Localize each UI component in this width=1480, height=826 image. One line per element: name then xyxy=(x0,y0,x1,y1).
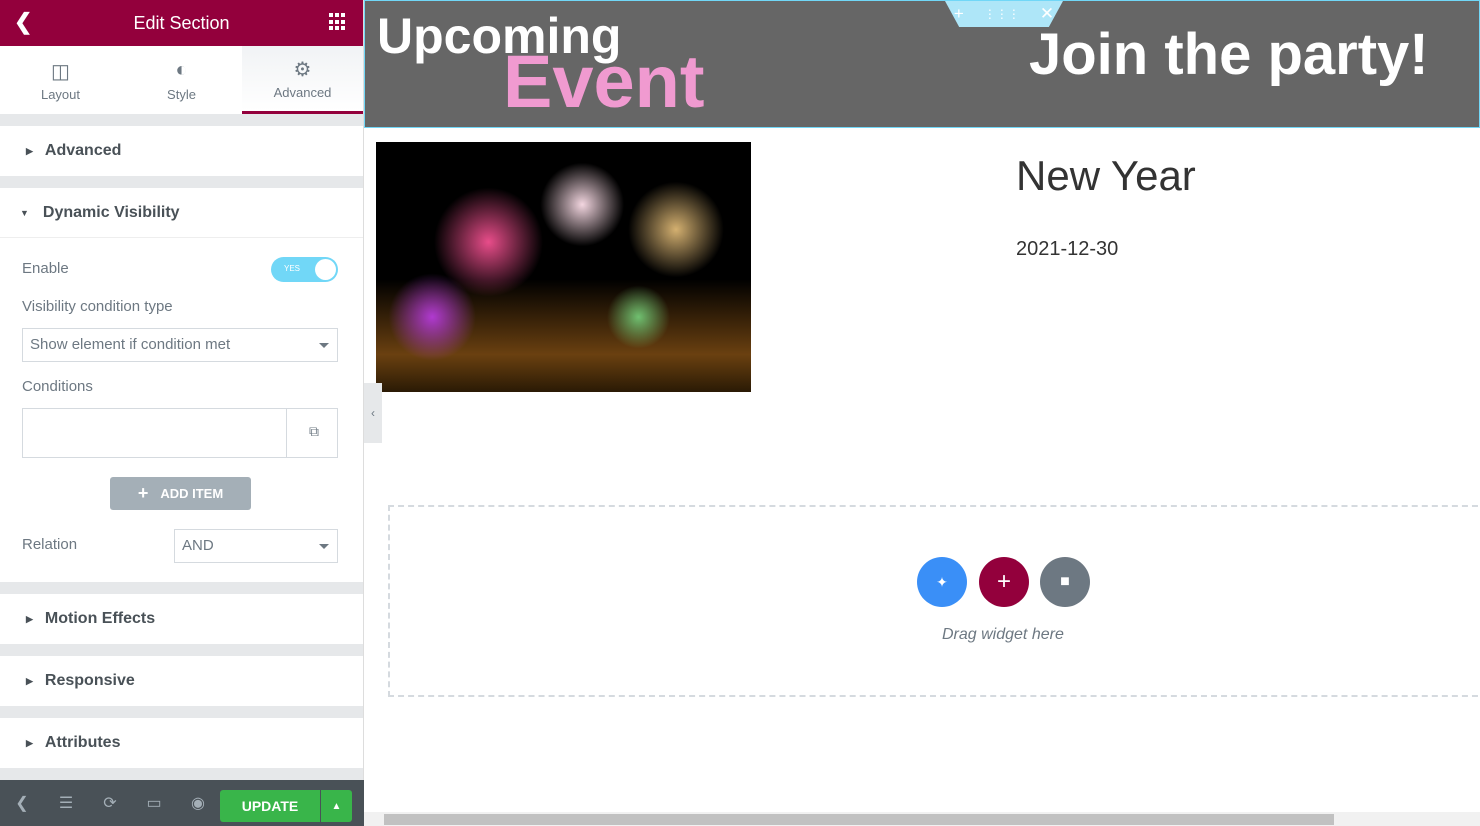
section-attributes[interactable]: ▶ Attributes xyxy=(0,718,363,768)
add-icon[interactable]: + xyxy=(954,4,964,24)
add-item-button[interactable]: + ADD ITEM xyxy=(110,477,251,510)
section-dynamic-visibility: ▼ Dynamic Visibility Enable YES Visibilit… xyxy=(0,188,363,582)
scrollbar-thumb[interactable] xyxy=(384,814,1334,825)
drag-icon[interactable]: ⋮⋮⋮ xyxy=(984,7,1020,21)
conditions-label: Conditions xyxy=(22,378,93,395)
section-motion-effects[interactable]: ▶ Motion Effects xyxy=(0,594,363,644)
eye-icon[interactable]: ◉ xyxy=(176,793,220,813)
tab-label: Style xyxy=(167,86,196,102)
section-responsive[interactable]: ▶ Responsive xyxy=(0,656,363,706)
tab-label: Layout xyxy=(40,86,81,102)
copy-icon[interactable]: ⧉ xyxy=(309,423,319,440)
back-chevron-icon[interactable]: ❮ xyxy=(14,9,32,35)
section-label: Advanced xyxy=(44,142,122,159)
caret-down-icon: ▼ xyxy=(20,207,29,218)
enable-label: Enable xyxy=(22,260,69,277)
toggle-knob xyxy=(315,259,336,280)
enable-toggle[interactable]: YES xyxy=(271,257,338,282)
wand-icon: ✦ xyxy=(936,573,948,590)
tab-advanced[interactable]: ⚙ Advanced xyxy=(242,46,363,114)
condition-type-label: Visibility condition type xyxy=(22,298,173,315)
close-icon[interactable]: ✕ xyxy=(1040,4,1054,24)
preview-canvas: Upcoming Event Join the party! + ⋮⋮⋮ ✕ N… xyxy=(364,0,1480,826)
fireworks-image xyxy=(376,142,751,392)
collapse-panel-button[interactable]: ‹ xyxy=(364,383,382,443)
caret-up-icon: ▲ xyxy=(331,800,342,812)
template-library-button[interactable]: ■ xyxy=(1040,557,1090,607)
plus-icon: + xyxy=(996,568,1011,595)
panel-title: Edit Section xyxy=(133,12,230,33)
section-advanced[interactable]: ▶ Advanced xyxy=(0,126,363,176)
condition-type-select[interactable]: Show element if condition met xyxy=(22,328,338,362)
section-label: Responsive xyxy=(44,672,135,689)
relation-select[interactable]: AND xyxy=(174,529,338,563)
chevron-left-icon[interactable]: ❮ xyxy=(0,793,44,813)
tab-style[interactable]: ◐ Style xyxy=(121,46,242,114)
join-heading: Join the party! xyxy=(1029,22,1429,87)
horizontal-scrollbar[interactable] xyxy=(364,812,1480,826)
section-label: Motion Effects xyxy=(44,610,156,627)
columns-icon: ◫ xyxy=(51,60,70,83)
add-section-button[interactable]: + xyxy=(979,557,1029,607)
tab-layout[interactable]: ◫ Layout xyxy=(0,46,121,114)
event-heading: Event xyxy=(503,40,705,123)
caret-right-icon: ▶ xyxy=(26,145,33,156)
conditions-repeater[interactable]: ⧉ xyxy=(22,408,338,458)
gear-icon: ⚙ xyxy=(293,59,312,81)
editor-panel: ❮ Edit Section ◫ Layout ◐ Style ⚙ Advanced … xyxy=(0,0,364,826)
half-circle-icon: ◐ xyxy=(175,58,188,81)
relation-label: Relation xyxy=(22,536,78,553)
add-item-label: ADD ITEM xyxy=(160,486,224,501)
ai-magic-button[interactable]: ✦ xyxy=(917,557,967,607)
panel-header: ❮ Edit Section xyxy=(0,0,363,46)
section-label: Dynamic Visibility xyxy=(42,203,180,221)
grid-icon[interactable] xyxy=(329,13,347,31)
header-section[interactable]: Upcoming Event Join the party! + ⋮⋮⋮ ✕ xyxy=(364,0,1480,128)
layers-icon[interactable]: ☰ xyxy=(44,793,88,813)
drag-widget-text: Drag widget here xyxy=(942,626,1064,643)
responsive-icon[interactable]: ▭ xyxy=(132,793,176,813)
toggle-text: YES xyxy=(284,264,301,273)
caret-right-icon: ▶ xyxy=(26,675,33,686)
dynamic-visibility-header[interactable]: ▼ Dynamic Visibility xyxy=(0,188,363,238)
update-button[interactable]: UPDATE xyxy=(220,790,320,822)
panel-footer: ❮ ☰ ⟳ ▭ ◉ UPDATE ▲ xyxy=(0,780,364,826)
chevron-left-icon: ‹ xyxy=(371,406,375,420)
section-label: Attributes xyxy=(44,734,121,751)
caret-right-icon: ▶ xyxy=(26,613,33,624)
event-title: New Year xyxy=(1016,152,1196,199)
caret-right-icon: ▶ xyxy=(26,737,33,748)
tab-label: Advanced xyxy=(273,85,332,100)
history-icon[interactable]: ⟳ xyxy=(88,793,132,813)
plus-icon: + xyxy=(137,483,149,503)
event-date: 2021-12-30 xyxy=(1016,238,1119,260)
update-options-button[interactable]: ▲ xyxy=(321,790,352,822)
section-handle[interactable]: + ⋮⋮⋮ ✕ xyxy=(945,1,1063,27)
folder-icon: ■ xyxy=(1060,573,1070,590)
